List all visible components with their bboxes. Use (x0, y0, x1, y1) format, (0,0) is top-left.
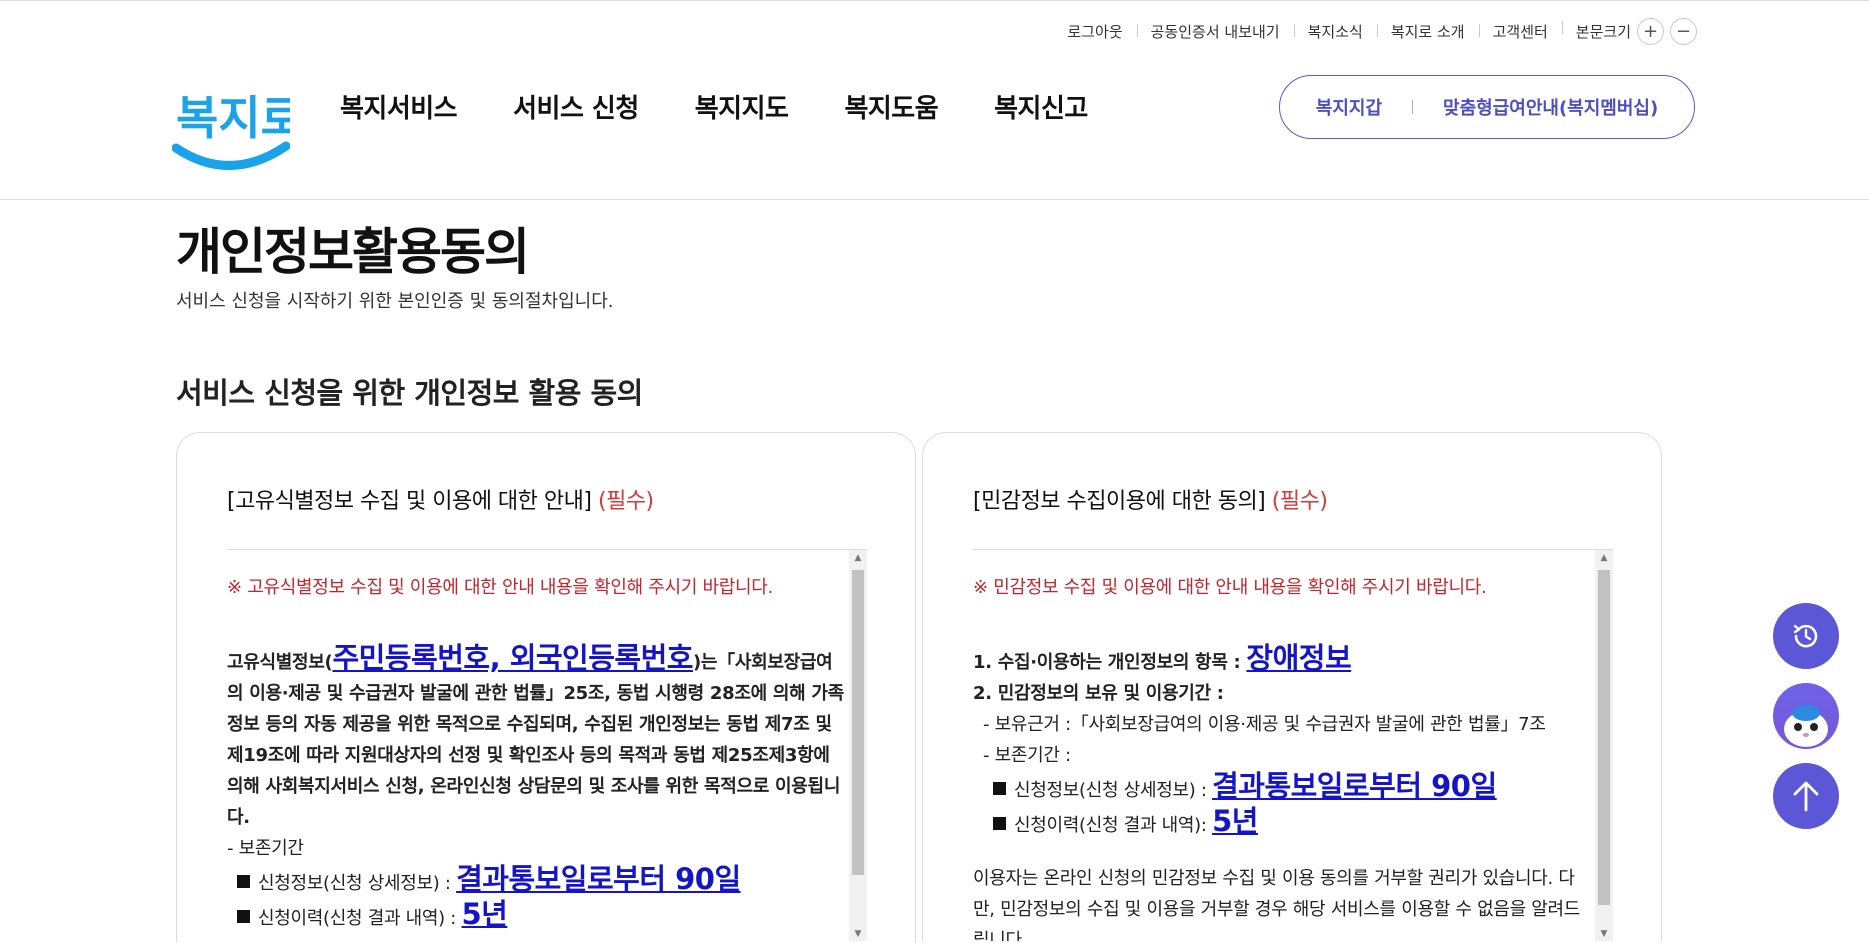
logout-link[interactable]: 로그아웃 (1053, 21, 1136, 42)
retention-row-application-history: 신청이력(신청 결과 내역): 5년 (973, 806, 1593, 841)
mascot-icon (1784, 705, 1828, 747)
consent-text-content: ※ 민감정보 수집 및 이용에 대한 안내 내용을 확인해 주시기 바랍니다. … (973, 550, 1593, 941)
row-label: 신청정보(신청 상세정보) : (258, 873, 457, 894)
retention-label: - 보존기간 (227, 838, 304, 859)
utility-bar: 로그아웃 공동인증서 내보내기 복지소식 복지로 소개 고객센터 본문크기 + … (1053, 18, 1697, 45)
consent-paragraph: 고유식별정보(주민등록번호, 외국인등록번호)는「사회보장급여의 이용·제공 및… (227, 643, 847, 833)
about-link[interactable]: 복지로 소개 (1376, 21, 1479, 42)
disability-info-link[interactable]: 장애정보 (1246, 641, 1351, 675)
retention-5years-link[interactable]: 5년 (1212, 804, 1258, 838)
retention-row-application-history: 신청이력(신청 결과 내역) : 5년 (227, 899, 847, 934)
sensitive-info-consent-card: [민감정보 수집이용에 대한 동의] (필수) ※ 민감정보 수집 및 이용에 … (922, 432, 1662, 943)
nav-welfare-map[interactable]: 복지지도 (695, 88, 789, 125)
square-bullet-icon (237, 875, 250, 888)
page-subtitle: 서비스 신청을 시작하기 위한 본인인증 및 동의절차입니다. (176, 291, 614, 312)
card-heading: [민감정보 수집이용에 대한 동의] (필수) (973, 483, 1328, 515)
consent-text-box[interactable]: ※ 고유식별정보 수집 및 이용에 대한 안내 내용을 확인해 주시기 바랍니다… (227, 549, 867, 941)
id-number-link[interactable]: 주민등록번호, 외국인등록번호 (333, 641, 694, 675)
nav-welfare-services[interactable]: 복지서비스 (340, 88, 458, 125)
square-bullet-icon (237, 910, 250, 923)
required-badge: (필수) (597, 489, 654, 514)
arrow-up-icon (1793, 781, 1819, 812)
card-heading-text: [고유식별정보 수집 및 이용에 대한 안내] (227, 489, 592, 514)
welfare-news-link[interactable]: 복지소식 (1293, 21, 1377, 42)
customer-center-link[interactable]: 고객센터 (1478, 21, 1562, 42)
retention-row-application-info: 신청정보(신청 상세정보) : 결과통보일로부터 90일 (973, 771, 1593, 806)
row-label: 신청이력(신청 결과 내역): (1014, 815, 1213, 836)
consent-text-content: ※ 고유식별정보 수집 및 이용에 대한 안내 내용을 확인해 주시기 바랍니다… (227, 550, 847, 934)
card-heading: [고유식별정보 수집 및 이용에 대한 안내] (필수) (227, 483, 654, 515)
scroll-to-top-button[interactable] (1773, 763, 1839, 829)
retention-90days-link[interactable]: 결과통보일로부터 90일 (456, 862, 741, 896)
retention-basis: - 보유근거 :「사회보장급여의 이용·제공 및 수급권자 발굴에 관한 법률」… (983, 714, 1546, 735)
scroll-up-icon[interactable]: ▲ (1595, 550, 1613, 566)
scrollbar[interactable]: ▲ ▼ (1595, 550, 1613, 941)
scroll-thumb[interactable] (1598, 570, 1610, 905)
chatbot-button[interactable] (1773, 683, 1839, 749)
membership-link[interactable]: 맞춤형급여안내(복지멤버십) (1443, 94, 1658, 120)
logo-graphic: 복지로 (171, 91, 303, 170)
main-nav: 복지서비스 서비스 신청 복지지도 복지도움 복지신고 (340, 88, 1144, 125)
unique-id-consent-card: [고유식별정보 수집 및 이용에 대한 안내] (필수) ※ 고유식별정보 수집… (176, 432, 916, 943)
section-title: 서비스 신청을 위한 개인정보 활용 동의 (176, 376, 643, 410)
required-badge: (필수) (1271, 489, 1328, 514)
font-size-label: 본문크기 (1575, 23, 1631, 41)
scroll-down-icon[interactable]: ▼ (1595, 926, 1613, 941)
zoom-out-button[interactable]: − (1670, 18, 1697, 45)
zoom-in-button[interactable]: + (1637, 18, 1664, 45)
font-size-control: 본문크기 + − (1561, 18, 1697, 45)
row-label: 신청정보(신청 상세정보) : (1014, 780, 1213, 801)
nav-welfare-help[interactable]: 복지도움 (844, 88, 938, 125)
retention-5years-link[interactable]: 5년 (462, 897, 508, 931)
collected-items-row: 1. 수집·이용하는 개인정보의 항목 : 장애정보 (973, 643, 1593, 678)
retention-period-heading: 2. 민감정보의 보유 및 이용기간 : (973, 683, 1224, 704)
retention-label: - 보존기간 : (983, 745, 1071, 766)
paragraph-rest: )는「사회보장급여의 이용·제공 및 수급권자 발굴에 관한 법률」25조, 동… (227, 652, 844, 828)
scroll-up-icon[interactable]: ▲ (849, 550, 867, 566)
card-heading-text: [민감정보 수집이용에 대한 동의] (973, 489, 1266, 514)
paragraph-prefix: 고유식별정보( (227, 652, 333, 673)
history-icon (1793, 624, 1818, 648)
retention-row-application-info: 신청정보(신청 상세정보) : 결과통보일로부터 90일 (227, 864, 847, 899)
header-divider (0, 199, 1869, 200)
export-certificate-link[interactable]: 공동인증서 내보내기 (1136, 21, 1294, 42)
row-label: 1. 수집·이용하는 개인정보의 항목 : (973, 652, 1247, 673)
square-bullet-icon (993, 782, 1006, 795)
welfare-wallet-link[interactable]: 복지지갑 (1316, 94, 1382, 120)
nav-welfare-report[interactable]: 복지신고 (994, 88, 1088, 125)
retention-90days-link[interactable]: 결과통보일로부터 90일 (1212, 769, 1497, 803)
notice-text: ※ 고유식별정보 수집 및 이용에 대한 안내 내용을 확인해 주시기 바랍니다… (227, 577, 773, 598)
scroll-down-icon[interactable]: ▼ (849, 926, 867, 941)
scroll-thumb[interactable] (852, 570, 864, 875)
logo-text: 복지로 (176, 91, 290, 145)
consent-text-box[interactable]: ※ 민감정보 수집 및 이용에 대한 안내 내용을 확인해 주시기 바랍니다. … (973, 549, 1613, 941)
scrollbar[interactable]: ▲ ▼ (849, 550, 867, 941)
notice-text: ※ 민감정보 수집 및 이용에 대한 안내 내용을 확인해 주시기 바랍니다. (973, 577, 1487, 598)
page-title: 개인정보활용동의 (176, 223, 530, 281)
recent-history-button[interactable] (1773, 603, 1839, 669)
pill-divider (1412, 100, 1414, 114)
square-bullet-icon (993, 817, 1006, 830)
site-logo[interactable]: 복지로 (171, 72, 303, 180)
refusal-right-text: 이용자는 온라인 신청의 민감정보 수집 및 이용 동의를 거부할 권리가 있습… (973, 868, 1581, 941)
nav-service-application[interactable]: 서비스 신청 (513, 88, 639, 125)
quick-links-pill: 복지지갑 맞춤형급여안내(복지멤버십) (1279, 75, 1695, 139)
top-border (0, 0, 1869, 1)
row-label: 신청이력(신청 결과 내역) : (258, 908, 462, 929)
